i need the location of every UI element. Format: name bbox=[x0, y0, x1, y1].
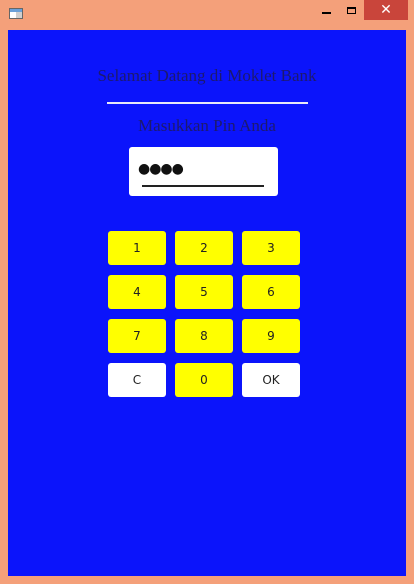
title-bar[interactable]: ✕ bbox=[0, 0, 414, 30]
key-8-button[interactable]: 8 bbox=[175, 319, 233, 353]
welcome-heading: Selamat Datang di Moklet Bank bbox=[97, 66, 317, 85]
key-9-button[interactable]: 9 bbox=[242, 319, 300, 353]
key-2-button[interactable]: 2 bbox=[175, 231, 233, 265]
key-3-button[interactable]: 3 bbox=[242, 231, 300, 265]
bank-login-panel: Selamat Datang di Moklet Bank Masukkan P… bbox=[8, 30, 406, 576]
minimize-icon bbox=[322, 12, 331, 14]
pin-input[interactable]: ●●●● bbox=[129, 147, 278, 196]
pin-input-underline bbox=[142, 185, 264, 187]
app-window-icon bbox=[9, 8, 23, 19]
pin-prompt-label: Masukkan Pin Anda bbox=[138, 116, 276, 135]
close-icon: ✕ bbox=[380, 2, 392, 18]
key-1-button[interactable]: 1 bbox=[108, 231, 166, 265]
close-button[interactable]: ✕ bbox=[364, 0, 408, 20]
minimize-button[interactable] bbox=[313, 0, 340, 20]
maximize-button[interactable] bbox=[338, 0, 364, 20]
key-0-button[interactable]: 0 bbox=[175, 363, 233, 397]
ok-button[interactable]: OK bbox=[242, 363, 300, 397]
divider bbox=[107, 102, 308, 104]
key-7-button[interactable]: 7 bbox=[108, 319, 166, 353]
clear-button[interactable]: C bbox=[108, 363, 166, 397]
pin-input-value: ●●●● bbox=[138, 161, 184, 177]
key-5-button[interactable]: 5 bbox=[175, 275, 233, 309]
maximize-icon bbox=[346, 6, 356, 14]
keypad: 1 2 3 4 5 6 7 8 9 C 0 OK bbox=[108, 231, 301, 398]
app-window: ✕ Selamat Datang di Moklet Bank Masukkan… bbox=[0, 0, 414, 584]
key-6-button[interactable]: 6 bbox=[242, 275, 300, 309]
key-4-button[interactable]: 4 bbox=[108, 275, 166, 309]
